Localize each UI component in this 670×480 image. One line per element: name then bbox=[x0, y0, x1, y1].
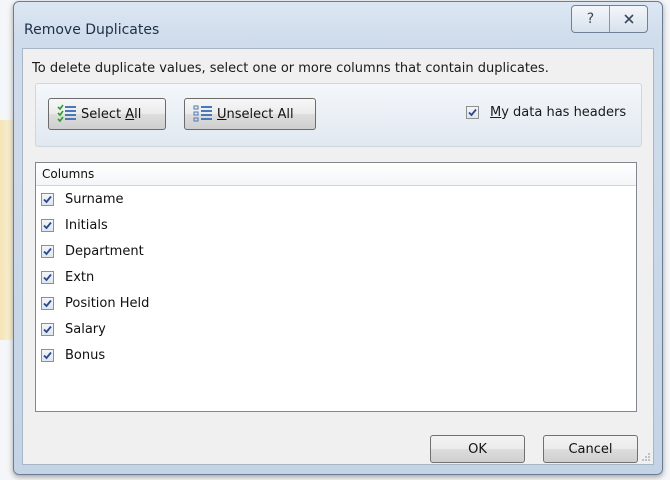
check-mark-icon bbox=[468, 108, 477, 117]
column-checkbox[interactable] bbox=[41, 296, 54, 310]
column-label: Department bbox=[65, 243, 144, 259]
close-button[interactable] bbox=[609, 6, 647, 32]
title-buttons: ? bbox=[571, 5, 648, 33]
dialog-body: To delete duplicate values, select one o… bbox=[22, 48, 654, 465]
columns-header: Columns bbox=[36, 163, 636, 186]
column-item[interactable]: Extn bbox=[36, 264, 636, 290]
check-mark-icon bbox=[43, 299, 52, 307]
columns-container: Surname Initials Department Extn Position He… bbox=[36, 186, 636, 368]
check-mark-icon bbox=[43, 247, 52, 255]
check-mark-icon bbox=[43, 221, 52, 229]
column-checkbox[interactable] bbox=[41, 348, 54, 362]
resize-grip-icon[interactable] bbox=[641, 452, 651, 462]
column-label: Surname bbox=[65, 191, 124, 207]
column-item[interactable]: Department bbox=[36, 238, 636, 264]
column-checkbox[interactable] bbox=[41, 244, 54, 258]
check-mark-icon bbox=[43, 351, 52, 359]
unselect-all-button[interactable]: Unselect All bbox=[184, 98, 316, 130]
close-icon bbox=[623, 14, 634, 24]
column-checkbox[interactable] bbox=[41, 270, 54, 284]
my-data-has-headers-checkbox[interactable]: My data has headers bbox=[466, 105, 626, 120]
columns-list: Columns Surname Initials Department Extn Pos… bbox=[35, 162, 637, 412]
column-label: Position Held bbox=[65, 295, 150, 311]
blue-list-icon bbox=[193, 104, 213, 124]
column-label: Bonus bbox=[65, 347, 106, 363]
question-mark-icon: ? bbox=[586, 11, 595, 27]
instruction-text: To delete duplicate values, select one o… bbox=[32, 61, 549, 76]
column-item[interactable]: Bonus bbox=[36, 342, 636, 368]
column-item[interactable]: Surname bbox=[36, 186, 636, 212]
check-mark-icon bbox=[43, 325, 52, 333]
select-all-button[interactable]: Select All bbox=[48, 98, 166, 130]
blurred-selection bbox=[0, 120, 14, 340]
title-bar[interactable]: Remove Duplicates ? bbox=[14, 2, 662, 48]
cancel-button[interactable]: Cancel bbox=[543, 435, 638, 463]
column-checkbox[interactable] bbox=[41, 192, 54, 206]
column-checkbox[interactable] bbox=[41, 218, 54, 232]
column-label: Salary bbox=[65, 321, 106, 337]
remove-duplicates-dialog: Remove Duplicates ? To delete duplicate … bbox=[13, 1, 663, 475]
screen: Remove Duplicates ? To delete duplicate … bbox=[0, 0, 670, 480]
dialog-title: Remove Duplicates bbox=[24, 22, 160, 38]
select-all-label: Select All bbox=[81, 106, 142, 122]
check-mark-icon bbox=[43, 273, 52, 281]
column-item[interactable]: Position Held bbox=[36, 290, 636, 316]
column-checkbox[interactable] bbox=[41, 322, 54, 336]
check-mark-icon bbox=[43, 195, 52, 203]
column-item[interactable]: Salary bbox=[36, 316, 636, 342]
ok-button[interactable]: OK bbox=[430, 435, 525, 463]
green-checklist-icon bbox=[57, 104, 77, 124]
column-label: Extn bbox=[65, 269, 95, 285]
column-item[interactable]: Initials bbox=[36, 212, 636, 238]
headers-label: My data has headers bbox=[490, 105, 627, 120]
unselect-all-label: Unselect All bbox=[217, 106, 294, 122]
column-label: Initials bbox=[65, 217, 108, 233]
checkbox[interactable] bbox=[466, 106, 479, 119]
help-button[interactable]: ? bbox=[572, 6, 609, 32]
